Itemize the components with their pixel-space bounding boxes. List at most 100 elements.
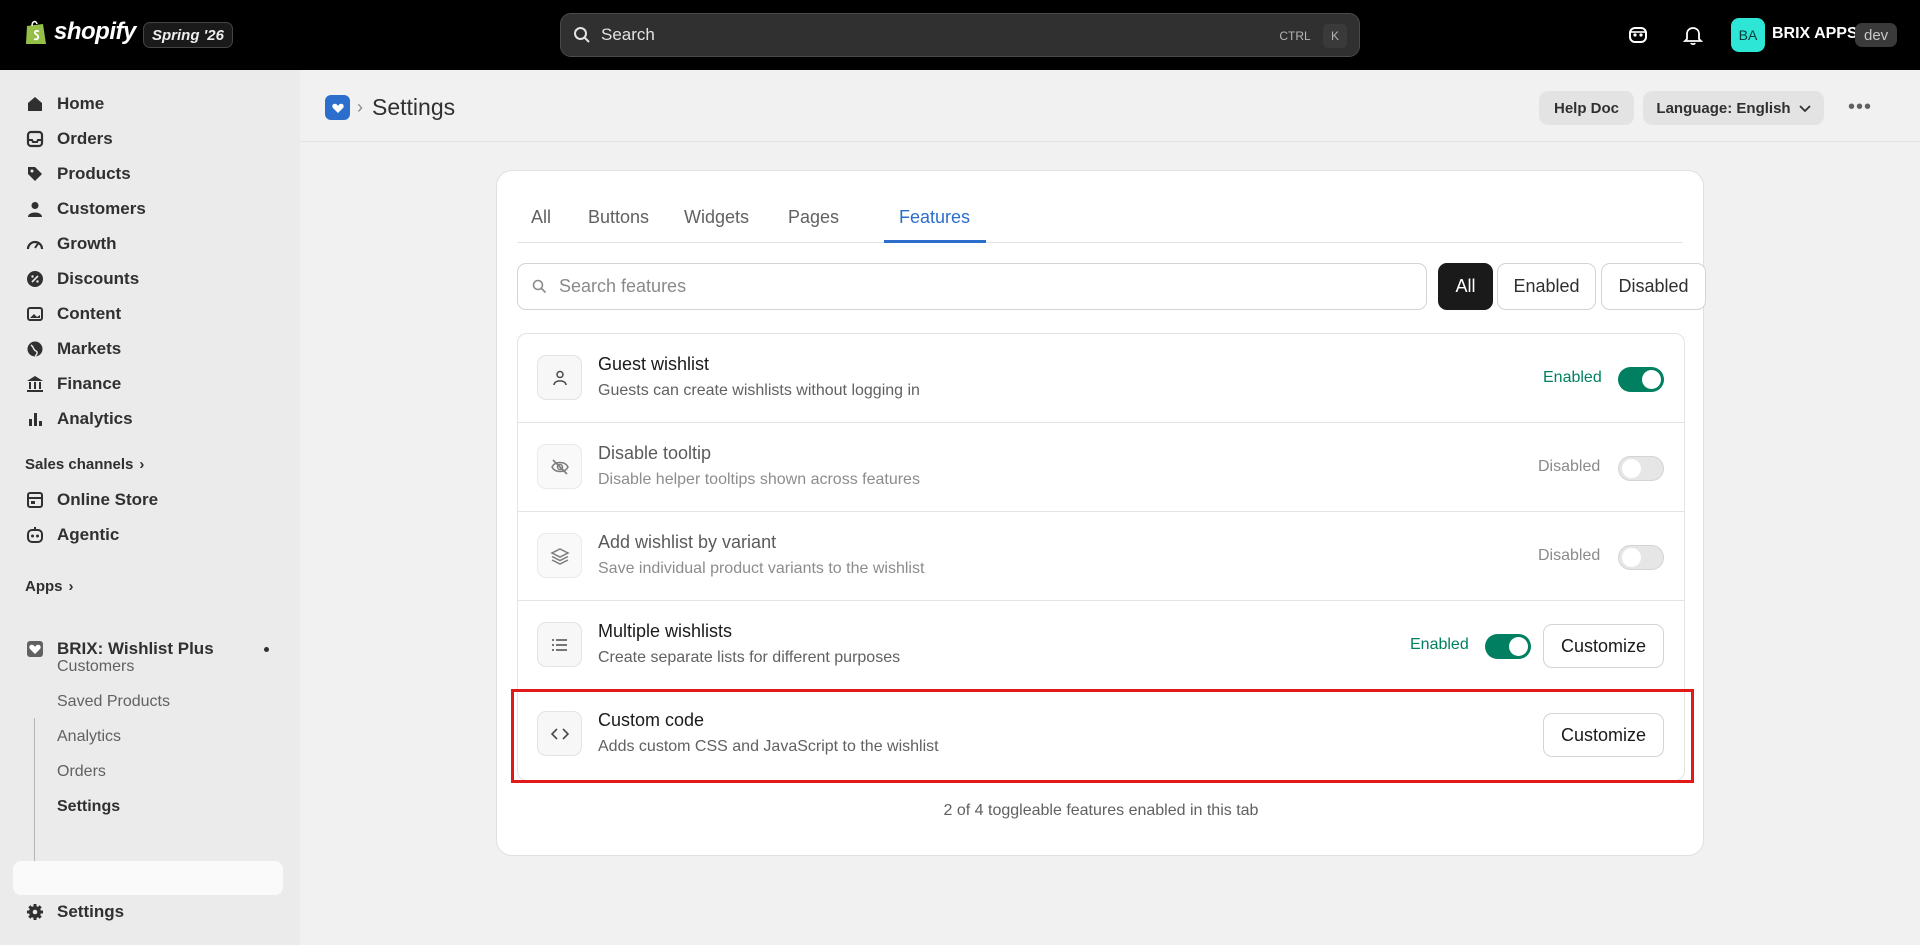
feature-list: Guest wishlist Guests can create wishlis… xyxy=(517,333,1685,781)
feature-toggle[interactable] xyxy=(1618,456,1664,481)
sidebar-item-label: Markets xyxy=(57,339,122,358)
filter-all-button[interactable]: All xyxy=(1438,263,1493,310)
more-actions-icon[interactable]: ••• xyxy=(1848,96,1872,119)
sidekick-icon[interactable] xyxy=(1627,24,1649,51)
feature-title: Guest wishlist xyxy=(598,354,710,374)
feature-description: Guests can create wishlists without logg… xyxy=(598,382,920,399)
top-bar: shopify Spring '26 Search CTRL K BA BRIX… xyxy=(0,0,1920,70)
sidebar-item-label: Orders xyxy=(57,129,113,148)
feature-description: Disable helper tooltips shown across fea… xyxy=(598,471,920,488)
sidebar-item-agentic[interactable]: Agentic xyxy=(13,518,283,552)
page-title: Settings xyxy=(372,94,456,120)
sidebar-item-online-store[interactable]: Online Store xyxy=(13,483,283,517)
wishlist-app-icon[interactable] xyxy=(325,95,350,120)
global-search[interactable]: Search CTRL K xyxy=(560,13,1360,57)
feature-toggle[interactable] xyxy=(1618,367,1664,392)
sales-channels-label: Sales channels xyxy=(25,456,134,473)
home-icon xyxy=(25,94,45,114)
search-placeholder: Search xyxy=(601,25,655,44)
subitem-analytics[interactable]: Analytics xyxy=(57,722,121,752)
active-subitem-bg xyxy=(13,861,283,895)
logo-text: shopify xyxy=(54,18,136,45)
sidebar-item-label: Home xyxy=(57,94,105,113)
store-name[interactable]: BRIX APPS xyxy=(1772,25,1858,43)
status-label: Disabled xyxy=(1538,547,1601,564)
store-icon xyxy=(25,490,45,510)
sidebar-item-home[interactable]: Home xyxy=(13,87,283,121)
customize-button[interactable]: Customize xyxy=(1543,624,1664,668)
edition-badge[interactable]: Spring '26 xyxy=(143,22,233,48)
features-summary: 2 of 4 toggleable features enabled in th… xyxy=(943,802,1259,819)
sidebar-item-markets[interactable]: Markets xyxy=(13,332,283,366)
tab-features[interactable]: Features xyxy=(899,207,970,243)
feature-row-wishlist-by-variant: Add wishlist by variant Save individual … xyxy=(518,512,1684,601)
language-select[interactable]: Language: English xyxy=(1643,91,1824,125)
code-icon xyxy=(537,711,582,756)
feature-title: Add wishlist by variant xyxy=(598,532,777,552)
search-icon xyxy=(532,279,547,294)
feature-search-input[interactable]: Search features xyxy=(517,263,1427,310)
status-label: Enabled xyxy=(1543,369,1602,386)
sidebar-item-finance[interactable]: Finance xyxy=(13,367,283,401)
pin-dot xyxy=(264,647,269,652)
tab-widgets[interactable]: Widgets xyxy=(684,207,749,243)
chevron-right-icon: › xyxy=(68,578,74,595)
feature-row-custom-code: Custom code Adds custom CSS and JavaScri… xyxy=(518,690,1684,779)
sidebar-item-settings[interactable]: Settings xyxy=(13,895,283,929)
sales-channels-header[interactable]: Sales channels › xyxy=(25,456,144,473)
globe-icon xyxy=(25,339,45,359)
shortcut-k: K xyxy=(1323,24,1347,48)
language-label: Language: English xyxy=(1656,99,1791,117)
tag-icon xyxy=(25,164,45,184)
bell-icon[interactable] xyxy=(1682,24,1704,51)
sidebar-item-label: Discounts xyxy=(57,269,140,288)
sidebar-item-label: Products xyxy=(57,164,131,183)
feature-title: Custom code xyxy=(598,710,705,730)
active-tab-indicator xyxy=(884,240,986,243)
feature-row-disable-tooltip: Disable tooltip Disable helper tooltips … xyxy=(518,423,1684,512)
subitem-customers[interactable]: Customers xyxy=(57,652,134,682)
tab-all[interactable]: All xyxy=(531,207,551,243)
gauge-icon xyxy=(25,234,45,254)
tab-buttons[interactable]: Buttons xyxy=(588,207,649,243)
customize-button[interactable]: Customize xyxy=(1543,713,1664,757)
filter-disabled-button[interactable]: Disabled xyxy=(1601,263,1706,310)
feature-row-multiple-wishlists: Multiple wishlists Create separate lists… xyxy=(518,601,1684,690)
subitem-saved-products[interactable]: Saved Products xyxy=(57,687,170,717)
sidebar-item-customers[interactable]: Customers xyxy=(13,192,283,226)
sidebar-item-label: Online Store xyxy=(57,490,159,509)
subitem-orders[interactable]: Orders xyxy=(57,757,106,787)
feature-toggle[interactable] xyxy=(1618,545,1664,570)
apps-header[interactable]: Apps › xyxy=(25,578,74,595)
search-icon xyxy=(574,27,590,43)
sidebar-item-label: Agentic xyxy=(57,525,120,544)
sidebar-item-products[interactable]: Products xyxy=(13,157,283,191)
feature-description: Save individual product variants to the … xyxy=(598,560,925,577)
subitem-settings[interactable]: Settings xyxy=(57,792,120,822)
sidebar-item-orders[interactable]: Orders xyxy=(13,122,283,156)
tree-line xyxy=(34,718,35,878)
bar-chart-icon xyxy=(25,409,45,429)
sidebar-item-growth[interactable]: Growth xyxy=(13,227,283,261)
help-doc-button[interactable]: Help Doc xyxy=(1539,91,1634,125)
sidebar-item-content[interactable]: Content xyxy=(13,297,283,331)
main-content: › Settings Help Doc Language: English ••… xyxy=(300,70,1920,945)
status-label: Enabled xyxy=(1410,636,1469,653)
sidebar-item-label: Growth xyxy=(57,234,117,253)
tab-pages[interactable]: Pages xyxy=(788,207,839,243)
sidebar-item-analytics[interactable]: Analytics xyxy=(13,402,283,436)
chevron-right-icon: › xyxy=(357,97,363,117)
sidebar-item-label: Analytics xyxy=(57,409,133,428)
inbox-icon xyxy=(25,129,45,149)
sidebar-item-brix-wishlist[interactable]: BRIX: Wishlist Plus xyxy=(13,632,283,666)
sidebar-item-label: Finance xyxy=(57,374,122,393)
sidebar-item-discounts[interactable]: Discounts xyxy=(13,262,283,296)
feature-toggle[interactable] xyxy=(1485,634,1531,659)
avatar[interactable]: BA xyxy=(1731,18,1765,52)
feature-row-guest-wishlist: Guest wishlist Guests can create wishlis… xyxy=(518,334,1684,423)
feature-title: Disable tooltip xyxy=(598,443,712,463)
bank-icon xyxy=(25,374,45,394)
filter-enabled-button[interactable]: Enabled xyxy=(1497,263,1596,310)
settings-card: All Buttons Widgets Pages Features Searc… xyxy=(496,170,1706,856)
shopify-logo[interactable]: shopify xyxy=(24,18,136,46)
